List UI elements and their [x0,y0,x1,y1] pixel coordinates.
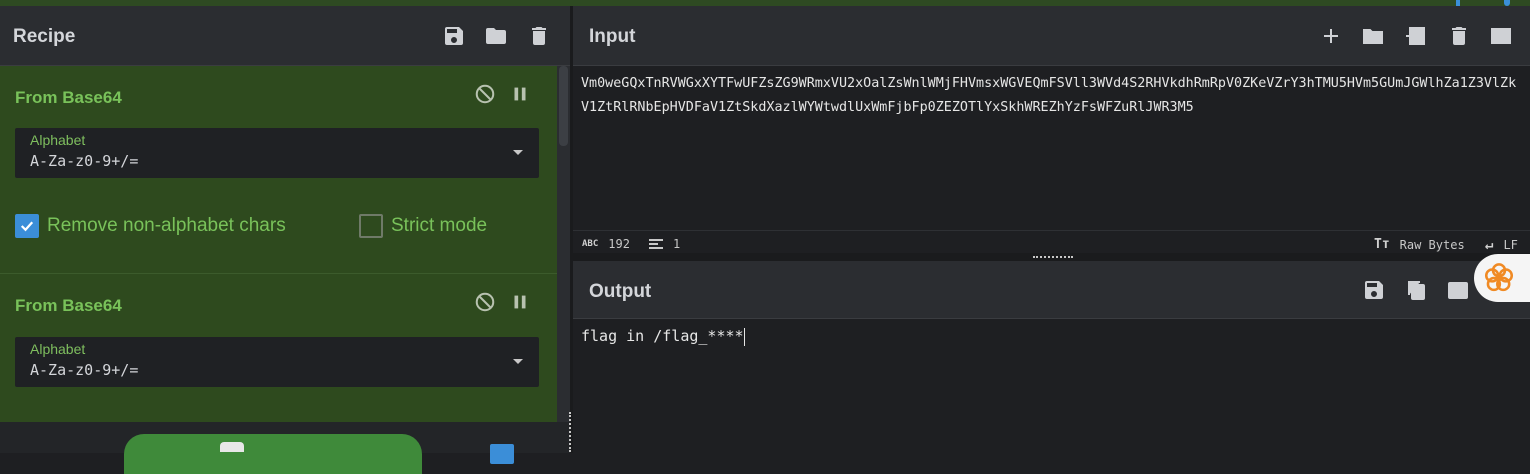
input-textarea[interactable]: Vm0weGQxTnRVWGxXYTFwUFZsZG9WRmxVU2xOalZs… [581,72,1521,120]
add-input-tab-icon[interactable] [1317,22,1345,50]
output-text: flag in /flag_**** [581,327,744,345]
char-count-value: 192 [608,237,630,251]
strict-mode-checkbox[interactable]: Strict mode [359,214,487,238]
output-panel: Output flag in /flag_**** [573,261,1530,453]
auto-bake-checkbox[interactable] [490,444,514,464]
alphabet-value: A-Za-z0-9+/= [30,152,139,170]
eol-value: LF [1503,238,1518,252]
clear-input-trash-icon[interactable] [1445,22,1473,50]
alphabet-label: Alphabet [30,132,86,148]
recipe-title: Recipe [13,26,76,47]
disable-operation-icon[interactable] [473,290,497,314]
operation-from-base64-2[interactable]: From Base64 Alphabet A-Za-z0-9+/= [0,274,557,422]
return-arrow-icon: ↵ [1485,237,1494,253]
output-header: Output [573,261,1530,319]
abc-icon: ABC [582,239,599,249]
save-recipe-icon[interactable] [440,22,468,50]
char-count: ABC 192 [582,237,630,251]
flower-logo-icon [1484,263,1514,292]
line-count-value: 1 [673,237,681,251]
operation-title: From Base64 [15,296,122,315]
save-output-icon[interactable] [1360,276,1388,304]
disable-operation-icon[interactable] [473,82,497,106]
pause-operation-icon[interactable] [508,290,532,314]
input-header: Input [573,6,1530,66]
chevron-down-icon [513,150,523,155]
recipe-panel: Recipe From Base64 Alphabet A-Za-z0-9+/= [0,6,570,474]
remove-non-alphabet-label: Remove non-alphabet chars [47,215,286,236]
floating-extension-button[interactable] [1474,254,1530,302]
replace-input-with-output-icon[interactable] [1444,276,1472,304]
line-count: 1 [649,237,680,251]
input-title: Input [589,26,636,47]
alphabet-value: A-Za-z0-9+/= [30,361,139,379]
bake-area [0,422,570,474]
text-cursor [743,327,745,346]
open-file-input-icon[interactable] [1401,22,1429,50]
input-status-bar: ABC 192 1 Tт Raw Bytes ↵ LF [573,230,1530,254]
operation-from-base64-1[interactable]: From Base64 Alphabet A-Za-z0-9+/= Remove… [0,66,557,274]
reset-layout-icon[interactable] [1487,22,1515,50]
pause-operation-icon[interactable] [508,82,532,106]
chef-hat-icon [220,442,244,452]
encoding-selector[interactable]: Tт Raw Bytes [1374,237,1465,252]
alphabet-select[interactable]: Alphabet A-Za-z0-9+/= [15,337,539,387]
strict-mode-label: Strict mode [391,215,488,236]
resize-handle-icon[interactable] [1033,256,1073,259]
clear-recipe-trash-icon[interactable] [525,22,553,50]
recipe-header: Recipe [0,6,570,66]
load-recipe-folder-icon[interactable] [482,22,510,50]
text-encoding-icon: Tт [1374,237,1390,252]
recipe-operations-list: From Base64 Alphabet A-Za-z0-9+/= Remove… [0,66,557,422]
lines-icon [649,239,663,249]
output-textarea[interactable]: flag in /flag_**** [581,327,745,346]
checkbox-unchecked-icon[interactable] [359,214,383,238]
output-title: Output [589,281,652,302]
operation-title: From Base64 [15,88,122,107]
eol-selector[interactable]: ↵ LF [1485,237,1518,253]
scrollbar-thumb[interactable] [559,66,568,146]
recipe-scrollbar[interactable] [557,66,570,422]
bake-button[interactable] [124,434,422,474]
alphabet-select[interactable]: Alphabet A-Za-z0-9+/= [15,128,539,178]
encoding-value: Raw Bytes [1399,237,1465,252]
copy-output-icon[interactable] [1402,276,1430,304]
checkbox-checked-icon[interactable] [15,214,39,238]
alphabet-label: Alphabet [30,341,86,357]
chevron-down-icon [513,359,523,364]
open-folder-icon[interactable] [1359,22,1387,50]
input-panel: Input Vm0weGQxTnRVWGxXYTFwUFZsZG9WRmxVU2… [573,6,1530,254]
remove-non-alphabet-checkbox[interactable]: Remove non-alphabet chars [15,214,286,238]
